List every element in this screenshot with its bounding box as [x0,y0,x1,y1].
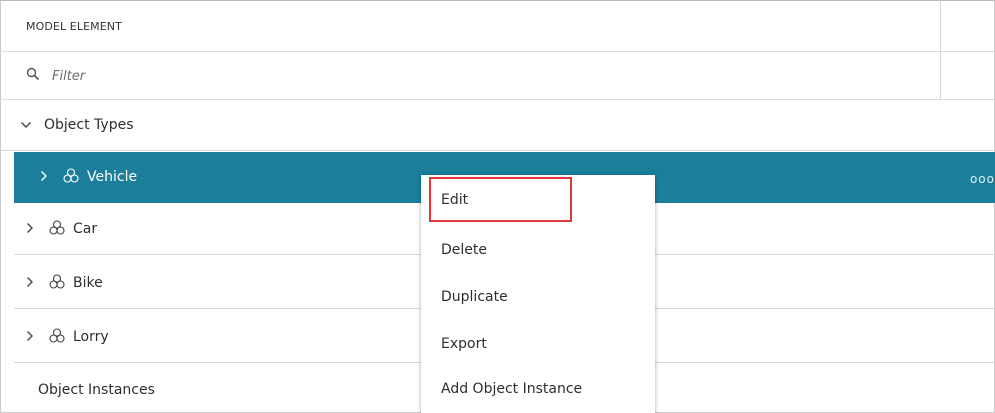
tree-item-label: Vehicle [87,169,138,185]
filter-input[interactable] [50,62,454,90]
menu-item-export[interactable]: Export [441,336,487,352]
chevron-right-icon[interactable] [24,330,36,342]
menu-item-add-object-instance[interactable]: Add Object Instance [441,381,582,397]
menu-item-delete[interactable]: Delete [441,242,487,258]
highlight-box [429,177,572,222]
tree-item-label: Car [73,221,98,237]
column-header-label: MODEL ELEMENT [26,20,122,33]
cube-icon [49,274,65,289]
filter-spacer [941,52,995,100]
more-options-icon[interactable]: ooo [970,172,995,186]
chevron-right-icon[interactable] [24,222,36,234]
chevron-down-icon[interactable] [20,119,32,131]
tree-group-object-types[interactable]: Object Types [0,100,995,151]
tree-group-label: Object Instances [38,382,155,398]
column-header-spacer [941,0,995,52]
filter-row [0,52,941,100]
menu-item-duplicate[interactable]: Duplicate [441,289,508,305]
chevron-right-icon[interactable] [38,170,50,182]
tree-item-label: Bike [73,275,103,291]
tree-item-label: Lorry [73,329,109,345]
cube-icon [49,220,65,235]
cube-icon [49,328,65,343]
cube-icon [63,168,79,183]
column-header: MODEL ELEMENT [0,0,941,52]
chevron-right-icon[interactable] [24,276,36,288]
search-icon [26,67,40,81]
tree-group-label: Object Types [44,117,134,133]
